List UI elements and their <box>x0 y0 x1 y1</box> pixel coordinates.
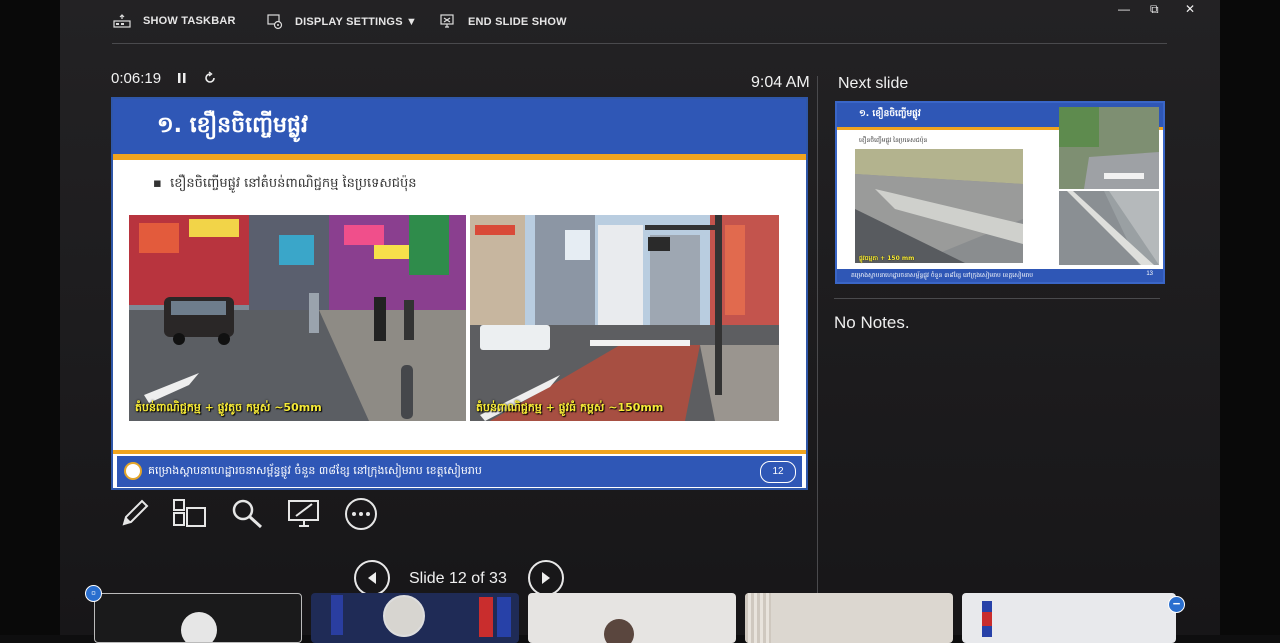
avatar <box>604 619 634 643</box>
previous-slide-button[interactable] <box>354 560 390 596</box>
reset-timer-icon[interactable] <box>203 71 217 85</box>
end-show-icon <box>440 14 454 28</box>
flag-icon <box>331 595 343 635</box>
avatar <box>181 612 217 642</box>
collapse-strip-icon[interactable]: − <box>1168 596 1185 613</box>
street-photo-left-image <box>129 215 466 421</box>
slide-counter[interactable]: Slide 12 of 33 <box>409 570 507 588</box>
street-photo-right: តំបន់ពាណិជ្ជកម្ម + ផ្លូវធំ កម្ពស់ ~150mm <box>470 215 779 421</box>
elapsed-timer: 0:06:19 <box>111 70 162 87</box>
display-settings-label: DISPLAY SETTINGS ▼ <box>295 16 418 28</box>
flag-icon <box>497 597 511 637</box>
slide-title-underline <box>113 154 806 160</box>
slide-footer-text: គម្រោងស្តាបនាហេដ្ឋារចនាសម្ព័ន្ធផ្លូវ ចំន… <box>148 464 482 477</box>
next-slide-thumbnail[interactable]: ១. ខឿនចិញ្ចើមផ្លូវ ខឿនចិញ្ចើមផ្លូវ នៃប្រ… <box>835 101 1165 284</box>
participant-tile[interactable] <box>962 593 1176 643</box>
show-taskbar-label: SHOW TASKBAR <box>143 15 236 27</box>
participant-tile[interactable] <box>745 593 953 643</box>
display-settings-button[interactable]: DISPLAY SETTINGS ▼ <box>267 14 417 30</box>
notes-divider <box>834 298 1160 299</box>
next-slide-photo-main <box>855 149 1023 263</box>
monitor-bezel-left <box>0 0 60 635</box>
participant-tile[interactable] <box>94 593 302 643</box>
slide-page-number: 12 <box>760 461 796 483</box>
grid-icon[interactable] <box>172 496 208 530</box>
photo-left-caption: តំបន់ពាណិជ្ជកម្ម + ផ្លូវតូច កម្ពស់ ~50mm <box>135 401 322 414</box>
next-slide-photo-top <box>1059 107 1159 189</box>
taskbar-icon <box>113 14 131 28</box>
pen-icon[interactable] <box>118 496 152 530</box>
slide-footer-line <box>113 450 806 454</box>
current-time: 9:04 AM <box>751 74 810 91</box>
next-slide-title: ១. ខឿនចិញ្ចើមផ្លូវ <box>859 109 921 119</box>
flag-icon <box>982 601 992 637</box>
minimize-button[interactable]: — <box>1118 2 1130 16</box>
street-photo-left: តំបន់ពាណិជ្ជកម្ម + ផ្លូវតូច កម្ពស់ ~50mm <box>129 215 466 421</box>
participant-list-icon[interactable]: ▫ <box>85 585 102 602</box>
chevron-right-icon <box>542 572 550 584</box>
street-photo-right-image <box>470 215 779 421</box>
slide-title: ១. ខឿនចិញ្ចើមផ្លូវ <box>157 113 308 138</box>
next-slide-caption: ផ្លូវធម្មតា + 150 mm <box>859 255 915 262</box>
screen-icon[interactable] <box>286 496 322 530</box>
zoom-icon[interactable] <box>229 496 265 530</box>
display-settings-icon <box>267 14 283 30</box>
seal-icon <box>383 595 425 637</box>
slide-footer: គម្រោងស្តាបនាហេដ្ឋារចនាសម្ព័ន្ធផ្លូវ ចំន… <box>117 456 802 487</box>
current-slide: ១. ខឿនចិញ្ចើមផ្លូវ ▪ ខឿនចិញ្ចើមផ្លូវ នៅត… <box>111 97 808 490</box>
photo-right-caption: តំបន់ពាណិជ្ជកម្ម + ផ្លូវធំ កម្ពស់ ~150mm <box>476 401 664 414</box>
next-slide-bullet: ខឿនចិញ្ចើមផ្លូវ នៃប្រទេសជប៉ុន <box>859 137 928 144</box>
curtain <box>745 593 771 643</box>
pause-icon[interactable] <box>177 72 187 84</box>
next-slide-footer-text: គម្រោងស្តាបនាហេដ្ឋារចនាសម្ព័ន្ធផ្លូវ ចំន… <box>851 272 1034 279</box>
toolbar-divider <box>112 43 1167 44</box>
next-slide-button[interactable] <box>528 560 564 596</box>
monitor-bezel-right <box>1220 0 1280 635</box>
participant-tile[interactable] <box>528 593 736 643</box>
next-slide-page-number: 13 <box>1146 271 1153 277</box>
close-button[interactable]: ✕ <box>1185 2 1195 16</box>
end-slide-show-button[interactable]: END SLIDE SHOW <box>440 14 567 30</box>
flag-icon <box>479 597 493 637</box>
panel-divider <box>817 76 818 596</box>
slide-bullet-text: ខឿនចិញ្ចើមផ្លូវ នៅតំបន់ពាណិជ្ជកម្ម នៃប្រ… <box>170 176 417 191</box>
next-slide-photo-bottom <box>1059 191 1159 265</box>
project-logo <box>124 462 142 480</box>
next-slide-label: Next slide <box>838 75 909 92</box>
speaker-notes: No Notes. <box>834 313 910 332</box>
more-icon[interactable] <box>342 496 380 532</box>
slide-bullet: ▪ ខឿនចិញ្ចើមផ្លូវ នៅតំបន់ពាណិជ្ជកម្ម នៃប… <box>153 176 417 191</box>
next-slide-footer: គម្រោងស្តាបនាហេដ្ឋារចនាសម្ព័ន្ធផ្លូវ ចំន… <box>837 269 1163 282</box>
show-taskbar-button[interactable]: SHOW TASKBAR <box>113 14 236 28</box>
participant-tile[interactable] <box>311 593 519 643</box>
end-slide-show-label: END SLIDE SHOW <box>468 16 567 28</box>
chevron-left-icon <box>368 572 376 584</box>
restore-button[interactable]: ⧉ <box>1150 2 1159 17</box>
